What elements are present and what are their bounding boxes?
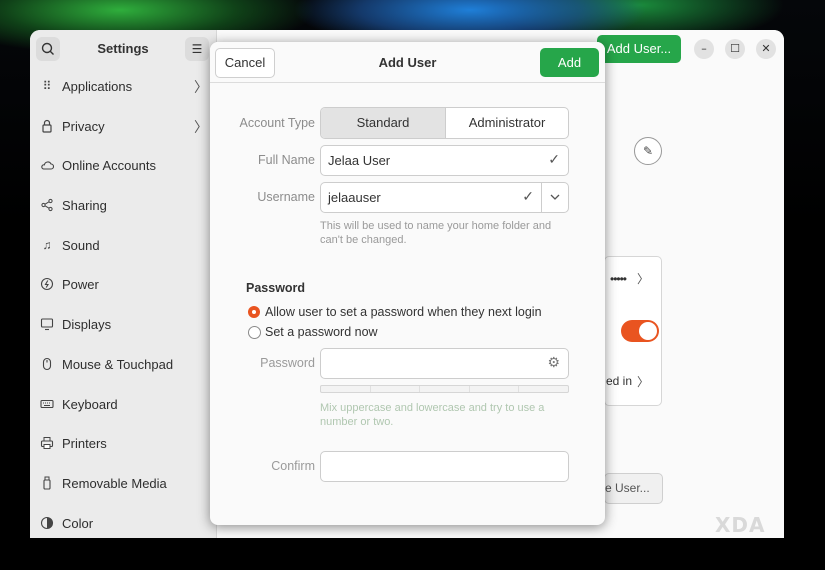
full-name-value: Jelaa User <box>328 153 391 168</box>
sidebar-item-label: Color <box>62 515 94 531</box>
sidebar-item-label: Power <box>62 277 99 293</box>
maximize-button[interactable]: ☐ <box>725 39 745 59</box>
full-name-field[interactable]: Jelaa User ✓ <box>320 145 569 176</box>
sidebar-item-label: Displays <box>62 317 112 333</box>
sidebar-item-label: Removable Media <box>62 475 167 491</box>
toggle-knob <box>639 322 657 340</box>
username-label: Username <box>257 190 315 204</box>
mouse-icon <box>40 357 54 371</box>
chevron-right-icon: 〉 <box>194 118 208 135</box>
password-strength-bar <box>320 385 569 393</box>
sidebar-item-displays[interactable]: Displays <box>30 306 216 346</box>
sidebar-item-printers[interactable]: Printers <box>30 425 216 465</box>
sidebar-item-power[interactable]: Power <box>30 266 216 306</box>
sidebar-item-label: Mouse & Touchpad <box>62 356 174 372</box>
add-user-dialog: Cancel Add User Add Account Type Standar… <box>210 42 605 525</box>
password-now-radio[interactable] <box>248 326 261 339</box>
sidebar-item-sound[interactable]: ♫ Sound <box>30 227 216 267</box>
username-field[interactable]: jelaauser ✓ <box>320 182 569 213</box>
minimize-button[interactable]: – <box>694 39 714 59</box>
display-icon <box>40 317 54 331</box>
sidebar-item-label: Online Accounts <box>62 158 156 174</box>
xda-watermark: XDA <box>715 513 766 537</box>
edit-avatar-button[interactable]: ✎ <box>634 137 662 165</box>
hamburger-menu-button[interactable]: ☰ <box>185 37 209 61</box>
close-button[interactable]: ✕ <box>756 39 776 59</box>
sidebar-item-privacy[interactable]: Privacy 〉 <box>30 108 216 148</box>
sidebar-item-online-accounts[interactable]: Online Accounts <box>30 147 216 187</box>
sidebar-item-sharing[interactable]: Sharing <box>30 187 216 227</box>
account-type-label: Account Type <box>239 116 315 130</box>
confirm-password-field[interactable] <box>320 451 569 482</box>
sidebar: Settings ☰ ⠿ Applications 〉 Privacy 〉 On… <box>30 30 217 538</box>
gear-icon[interactable]: ⚙ <box>547 354 560 371</box>
menu-icon: ☰ <box>191 42 203 56</box>
sidebar-item-label: Applications <box>62 79 133 94</box>
sidebar-item-label: Keyboard <box>62 396 118 412</box>
autologin-toggle[interactable] <box>621 320 659 342</box>
sidebar-item-label: Privacy <box>62 118 105 134</box>
password-section-title: Password <box>246 281 306 295</box>
sidebar-item-label: Sound <box>62 237 100 253</box>
add-user-button[interactable]: Add User... <box>597 35 681 63</box>
password-next-login-radio[interactable] <box>248 306 260 318</box>
dialog-header: Cancel Add User Add <box>210 42 605 83</box>
sidebar-item-label: Sharing <box>62 198 107 214</box>
chevron-right-icon: 〉 <box>636 272 649 286</box>
confirm-label: Confirm <box>271 459 315 473</box>
usb-drive-icon <box>40 476 54 490</box>
color-icon <box>40 516 54 530</box>
password-mask: ••••• <box>610 272 627 286</box>
remove-user-label: e User... <box>605 481 650 495</box>
radio-dot <box>252 310 256 314</box>
cancel-button[interactable]: Cancel <box>215 48 275 78</box>
password-field[interactable]: ⚙ <box>320 348 569 379</box>
activity-row[interactable]: ed in 〉 <box>604 360 662 406</box>
checkmark-icon: ✓ <box>548 151 560 167</box>
music-note-icon: ♫ <box>42 237 52 252</box>
sidebar-item-keyboard[interactable]: Keyboard <box>30 386 216 426</box>
checkmark-icon: ✓ <box>522 188 534 204</box>
sidebar-header: Settings ☰ <box>30 30 216 68</box>
add-button[interactable]: Add <box>540 48 599 77</box>
password-next-login-label: Allow user to set a password when they n… <box>265 305 542 319</box>
sidebar-item-label: Printers <box>62 436 107 452</box>
sidebar-item-removable-media[interactable]: Removable Media <box>30 465 216 505</box>
sidebar-item-applications[interactable]: ⠿ Applications 〉 <box>30 68 216 108</box>
password-row[interactable]: ••••• 〉 <box>604 256 662 303</box>
lock-icon <box>40 119 54 133</box>
sidebar-nav: ⠿ Applications 〉 Privacy 〉 Online Accoun… <box>30 68 216 538</box>
maximize-icon: ☐ <box>730 42 740 55</box>
close-icon: ✕ <box>761 42 771 55</box>
chevron-right-icon: 〉 <box>636 375 649 389</box>
username-hint: This will be used to name your home fold… <box>320 220 552 246</box>
username-value: jelaauser <box>328 190 381 205</box>
full-name-label: Full Name <box>258 153 315 167</box>
account-type-selector: Standard Administrator <box>320 107 569 139</box>
chevron-right-icon: 〉 <box>194 79 208 95</box>
chevron-down-icon <box>550 194 560 200</box>
username-dropdown-button[interactable] <box>541 183 568 212</box>
logged-in-text: ed in <box>606 374 633 388</box>
minimize-icon: – <box>701 42 707 55</box>
sidebar-item-color[interactable]: Color <box>30 505 216 538</box>
share-icon <box>40 198 54 212</box>
power-icon <box>40 277 54 291</box>
pencil-icon: ✎ <box>642 144 654 158</box>
account-type-standard-button[interactable]: Standard <box>321 108 446 138</box>
keyboard-icon <box>40 397 54 411</box>
password-field-label: Password <box>260 356 315 370</box>
sidebar-item-mouse-touchpad[interactable]: Mouse & Touchpad <box>30 346 216 386</box>
cloud-icon <box>40 158 55 172</box>
printer-icon <box>40 436 54 450</box>
apps-grid-icon: ⠿ <box>42 79 52 93</box>
password-hint: Mix uppercase and lowercase and try to u… <box>320 402 545 428</box>
password-now-label: Set a password now <box>265 325 378 339</box>
remove-user-button[interactable]: e User... <box>604 473 663 504</box>
account-type-administrator-button[interactable]: Administrator <box>446 108 568 138</box>
